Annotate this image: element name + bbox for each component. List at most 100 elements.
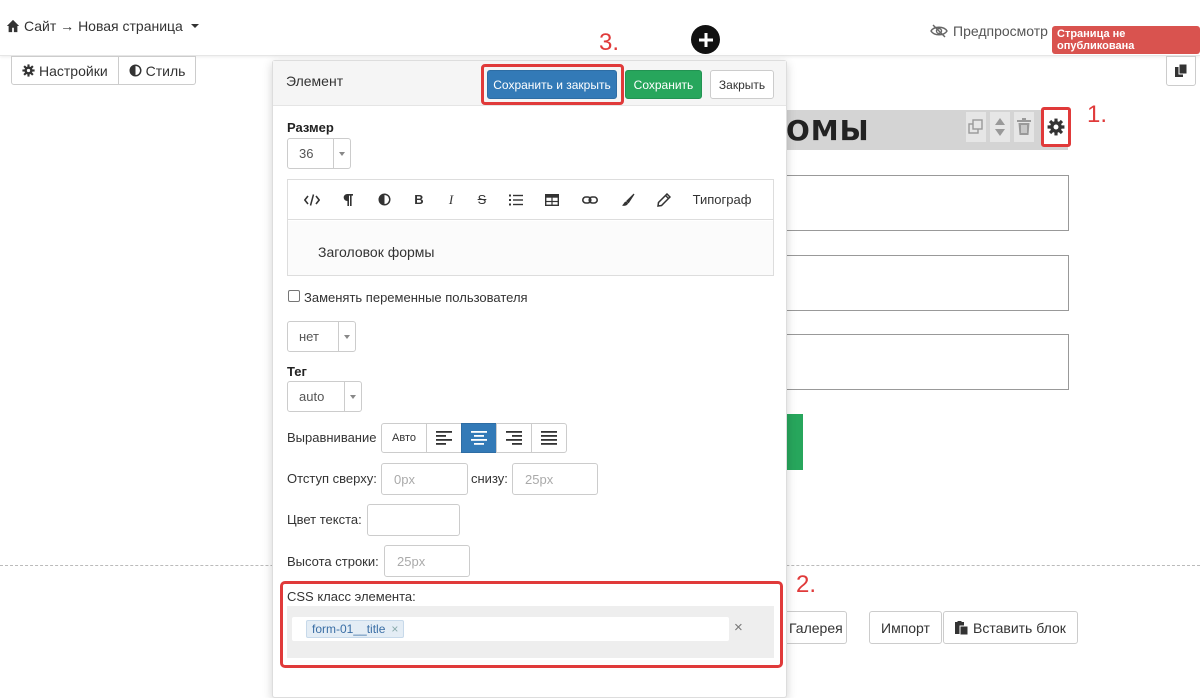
modal-header: Элемент Сохранить и закрыть Сохранить За… (273, 61, 786, 106)
replace-vars-value: нет (299, 329, 319, 344)
editor-content-area[interactable]: Заголовок формы (288, 221, 773, 275)
page-toolbar: Настройки Стиль (11, 56, 197, 85)
margin-bottom-input[interactable]: 25px (512, 463, 598, 495)
paste-block-button[interactable]: Вставить блок (943, 611, 1078, 644)
list-button[interactable] (498, 180, 534, 220)
chevron-down-icon (190, 24, 199, 28)
preview-label: Предпросмотр (953, 23, 1048, 39)
link-button[interactable] (570, 180, 610, 220)
alignment-label: Выравнивание (287, 430, 377, 445)
copy-page-button[interactable] (1166, 56, 1196, 86)
close-button[interactable]: Закрыть (710, 70, 774, 99)
style-button[interactable]: Стиль (118, 56, 197, 85)
contrast-button[interactable] (366, 180, 402, 220)
align-center-button[interactable] (461, 423, 497, 453)
sort-icon (995, 118, 1005, 136)
copy-icon (1174, 64, 1187, 77)
italic-button[interactable]: I (436, 180, 466, 220)
margin-bottom-placeholder: 25px (525, 471, 554, 487)
code-button[interactable] (294, 180, 330, 220)
breadcrumb[interactable]: Сайт → Новая страница (6, 18, 199, 34)
size-select[interactable]: 36 (287, 138, 351, 169)
table-icon (545, 193, 559, 206)
replace-vars-select[interactable]: нет (287, 321, 356, 352)
move-block-button[interactable] (990, 112, 1010, 142)
italic-icon: I (448, 191, 454, 207)
editor-toolbar: B I S Типограф (288, 180, 773, 220)
align-justify-icon (541, 431, 557, 445)
status-badge: Страница не опубликована (1052, 26, 1200, 54)
clear-icon[interactable]: × (734, 619, 743, 636)
form-field (786, 175, 1069, 231)
align-auto-button[interactable]: Авто (381, 423, 427, 453)
annotation-step-1: 1. (1087, 101, 1108, 128)
css-class-label: CSS класс элемента: (287, 589, 416, 604)
contrast-icon (129, 64, 142, 77)
paragraph-button[interactable] (330, 180, 366, 220)
home-icon (6, 19, 20, 33)
gallery-button[interactable]: Галерея (778, 611, 847, 644)
eye-slash-icon (930, 24, 948, 38)
align-right-button[interactable] (496, 423, 532, 453)
delete-block-button[interactable] (1014, 112, 1034, 142)
margin-top-input[interactable]: 0px (381, 463, 468, 495)
import-label: Импорт (881, 619, 930, 636)
duplicate-icon (968, 119, 983, 134)
breadcrumb-text: Сайт → Новая страница (24, 18, 183, 34)
duplicate-block-button[interactable] (966, 112, 986, 142)
preview-link[interactable]: Предпросмотр (930, 23, 1048, 39)
annotation-step-2: 2. (796, 571, 817, 598)
pencil-icon (657, 192, 671, 207)
table-button[interactable] (534, 180, 570, 220)
align-left-icon (436, 431, 452, 445)
settings-label: Настройки (39, 62, 108, 79)
link-icon (582, 195, 598, 204)
gear-icon (1047, 118, 1065, 136)
typograf-button[interactable]: Типограф (682, 180, 762, 220)
add-block-button[interactable] (691, 25, 720, 54)
element-settings-modal: Элемент Сохранить и закрыть Сохранить За… (272, 60, 787, 698)
settings-button[interactable]: Настройки (11, 56, 119, 85)
modal-title: Элемент (286, 73, 344, 89)
replace-vars-label: Заменять переменные пользователя (304, 290, 528, 305)
css-class-tag: form-01__title × (306, 620, 405, 638)
form-field (786, 334, 1069, 390)
form-field (786, 255, 1069, 311)
form-heading-text: ОМЫ (786, 114, 870, 147)
tag-select[interactable]: auto (287, 381, 362, 412)
align-center-icon (471, 431, 487, 445)
clipboard-icon (955, 620, 968, 635)
alignment-group: Авто (381, 423, 567, 453)
paragraph-icon (343, 193, 353, 206)
strike-button[interactable]: S (466, 180, 498, 220)
plus-icon (698, 32, 713, 47)
save-button[interactable]: Сохранить (625, 70, 702, 99)
chevron-down-icon (333, 139, 350, 168)
size-label: Размер (287, 120, 334, 135)
text-color-input[interactable] (367, 504, 460, 536)
brush-button[interactable] (610, 180, 646, 220)
margin-top-label: Отступ сверху: (287, 471, 377, 486)
chevron-down-icon (338, 322, 355, 351)
size-value: 36 (299, 146, 314, 161)
align-left-button[interactable] (426, 423, 462, 453)
remove-tag-icon[interactable]: × (391, 622, 398, 636)
line-height-label: Высота строки: (287, 554, 379, 569)
line-height-input[interactable]: 25px (384, 545, 470, 577)
code-icon (304, 193, 320, 206)
block-tools (966, 112, 1034, 142)
align-justify-button[interactable] (531, 423, 567, 453)
annotation-step-3: 3. (599, 29, 620, 56)
align-right-icon (506, 431, 522, 445)
gallery-label: Галерея (789, 619, 843, 636)
replace-vars-checkbox[interactable] (288, 290, 300, 302)
tag-label: Тег (287, 364, 307, 379)
pencil-button[interactable] (646, 180, 682, 220)
save-and-close-button[interactable]: Сохранить и закрыть (487, 70, 617, 99)
import-button[interactable]: Импорт (869, 611, 942, 644)
block-settings-button[interactable] (1041, 107, 1071, 147)
paste-block-label: Вставить блок (973, 619, 1066, 636)
bold-button[interactable]: B (402, 180, 436, 220)
strike-icon: S (477, 192, 487, 207)
css-class-tag-label: form-01__title (312, 622, 386, 636)
